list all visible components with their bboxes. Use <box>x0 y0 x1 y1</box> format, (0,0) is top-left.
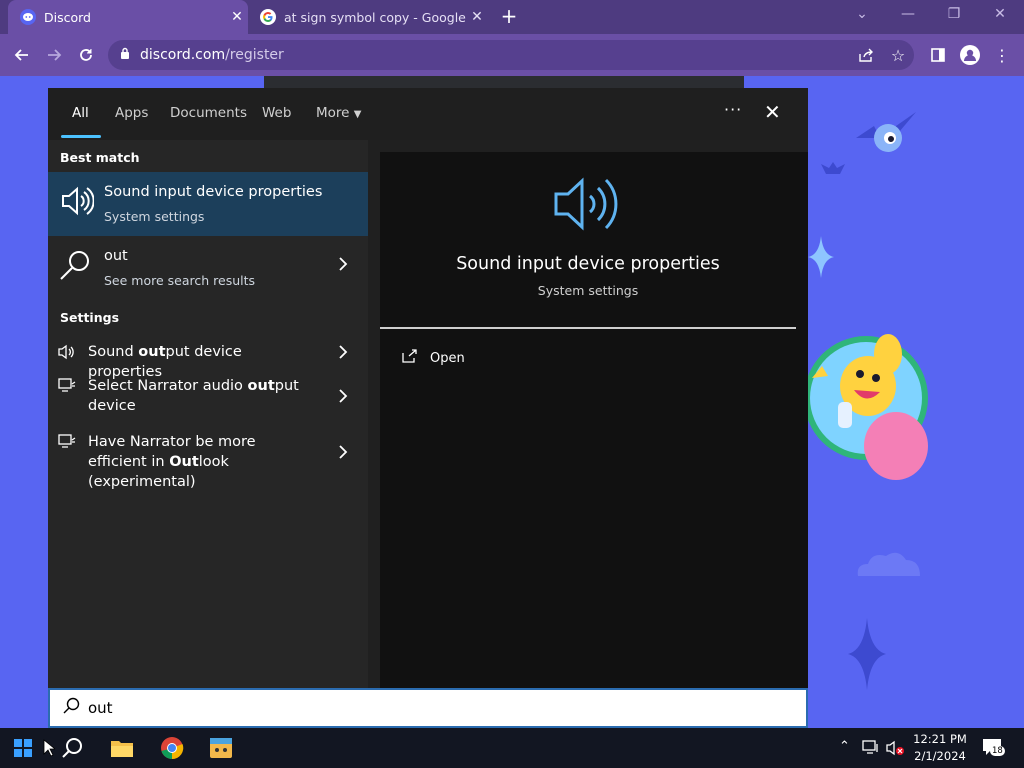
window-close-icon[interactable]: ✕ <box>988 6 1012 26</box>
search-input[interactable] <box>88 699 688 717</box>
search-icon[interactable] <box>49 728 95 768</box>
narrator-icon <box>58 434 78 454</box>
narrator-icon <box>58 378 78 398</box>
caret-down-icon: ▼ <box>353 109 362 120</box>
open-label: Open <box>430 350 465 366</box>
chevron-right-icon[interactable] <box>338 444 348 463</box>
label-match: Out <box>169 454 199 470</box>
bookmark-star-icon[interactable]: ☆ <box>886 43 910 67</box>
sparkle-icon <box>808 236 834 282</box>
notification-center-icon[interactable]: 18 <box>980 736 1008 760</box>
divider <box>380 327 796 329</box>
tab-apps[interactable]: Apps <box>115 105 148 121</box>
settings-result-label: Select Narrator audio output device <box>88 376 318 416</box>
settings-result[interactable]: Sound output device properties <box>48 336 368 380</box>
best-match-subtitle: System settings <box>104 209 205 224</box>
google-favicon-icon <box>260 9 276 25</box>
web-result-title: out <box>104 248 128 264</box>
cloud-illustration <box>852 550 924 582</box>
share-icon[interactable] <box>854 43 878 67</box>
speaker-icon <box>58 344 78 364</box>
label-pre: Select Narrator audio <box>88 378 248 394</box>
taskbar: ⌃ 12:21 PM 2/1/2024 18 <box>0 728 1024 768</box>
search-box[interactable] <box>48 688 808 728</box>
chevron-right-icon[interactable] <box>338 388 348 407</box>
browser-toolbar: discord.com/register ☆ ⋮ <box>0 34 1024 76</box>
volume-muted-icon[interactable] <box>886 740 906 760</box>
network-icon[interactable] <box>862 740 880 758</box>
search-results-list: Best match Sound input device properties… <box>48 140 368 688</box>
mascot-illustration <box>804 326 930 490</box>
chevron-right-icon[interactable] <box>338 344 348 363</box>
url-host: discord.com <box>140 47 226 63</box>
tab-google[interactable]: at sign symbol copy - Google Se ✕ <box>252 0 488 34</box>
menu-kebab-icon[interactable]: ⋮ <box>990 43 1014 67</box>
result-preview-pane: Sound input device properties System set… <box>380 152 808 688</box>
search-icon <box>58 248 92 282</box>
sparkle-dark-icon <box>848 618 886 694</box>
preview-subtitle: System settings <box>537 283 639 298</box>
more-options-icon[interactable]: ··· <box>724 100 742 119</box>
clock-date: 2/1/2024 <box>914 749 966 763</box>
forward-icon[interactable] <box>41 42 67 68</box>
new-tab-button[interactable]: + <box>498 6 520 28</box>
tab-web[interactable]: Web <box>262 105 291 121</box>
best-match-title: Sound input device properties <box>104 184 323 200</box>
close-icon[interactable]: ✕ <box>764 100 781 124</box>
active-tab-indicator <box>61 135 101 138</box>
tab-search-icon[interactable]: ⌄ <box>850 6 874 26</box>
side-panel-icon[interactable] <box>926 43 950 67</box>
settings-result[interactable]: Have Narrator be more efficient in Outlo… <box>48 428 368 490</box>
restore-icon[interactable]: ❐ <box>942 6 966 26</box>
search-icon <box>62 697 80 719</box>
search-filter-tabs: All Apps Documents Web More ▼ ··· ✕ <box>48 88 808 140</box>
settings-result[interactable]: Select Narrator audio output device <box>48 372 368 422</box>
web-result-subtitle: See more search results <box>104 273 256 288</box>
minimize-icon[interactable]: — <box>896 6 920 26</box>
small-bat-illustration <box>820 160 846 182</box>
best-match-result[interactable]: Sound input device properties System set… <box>48 172 368 236</box>
url-path: /register <box>225 47 284 63</box>
best-match-heading: Best match <box>60 150 140 165</box>
address-bar[interactable]: discord.com/register <box>108 40 914 70</box>
settings-heading: Settings <box>60 310 120 325</box>
file-explorer-icon[interactable] <box>99 728 145 768</box>
profile-avatar-icon[interactable] <box>958 43 982 67</box>
chrome-icon[interactable] <box>149 728 195 768</box>
clock-time: 12:21 PM <box>913 732 967 746</box>
open-button[interactable]: Open <box>402 349 465 367</box>
tab-title: Discord <box>44 9 91 25</box>
start-search-panel: All Apps Documents Web More ▼ ··· ✕ Best… <box>48 88 808 688</box>
tab-title: at sign symbol copy - Google Se <box>284 9 466 25</box>
open-external-icon <box>402 349 418 367</box>
discord-favicon-icon <box>20 9 36 25</box>
tab-documents[interactable]: Documents <box>170 105 247 121</box>
tab-more-label: More <box>316 105 350 121</box>
tab-discord[interactable]: Discord ✕ <box>8 0 248 34</box>
app-icon[interactable] <box>198 728 244 768</box>
lock-icon[interactable] <box>120 47 130 63</box>
reload-icon[interactable] <box>73 42 99 68</box>
speaker-icon <box>554 176 624 232</box>
bat-creature-illustration <box>832 108 922 176</box>
speaker-icon <box>60 184 95 218</box>
web-search-result[interactable]: out See more search results <box>48 236 368 300</box>
chevron-right-icon[interactable] <box>338 256 348 275</box>
show-hidden-icons-icon[interactable]: ⌃ <box>839 739 850 754</box>
preview-title: Sound input device properties <box>456 254 720 274</box>
back-icon[interactable] <box>9 42 35 68</box>
close-tab-icon[interactable]: ✕ <box>226 9 248 25</box>
close-tab-icon[interactable]: ✕ <box>466 9 488 25</box>
clock[interactable]: 12:21 PM 2/1/2024 <box>908 731 972 765</box>
tab-more[interactable]: More ▼ <box>316 105 361 121</box>
tab-all[interactable]: All <box>72 105 89 121</box>
discord-form-edge <box>264 76 744 88</box>
label-pre: Sound <box>88 344 139 360</box>
label-match: out <box>138 344 166 360</box>
browser-tab-strip: Discord ✕ at sign symbol copy - Google S… <box>0 0 1024 34</box>
label-match: out <box>247 378 275 394</box>
settings-result-label: Have Narrator be more efficient in Outlo… <box>88 432 318 492</box>
notification-count-badge: 18 <box>990 746 1005 756</box>
